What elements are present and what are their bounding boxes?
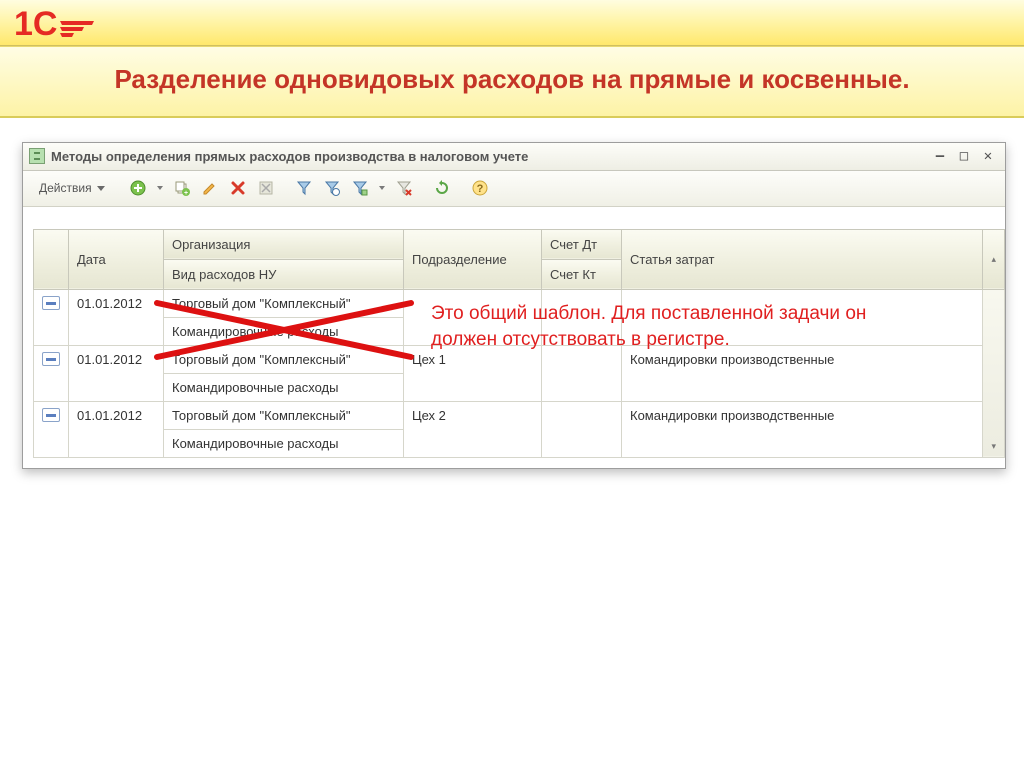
col-cost-item[interactable]: Статья затрат [622,229,983,289]
col-mark[interactable] [34,229,69,289]
copy-icon[interactable]: + [171,178,193,198]
help-icon[interactable]: ? [469,178,491,198]
col-date[interactable]: Дата [69,229,164,289]
table-row[interactable]: 01.01.2012 Торговый дом "Комплексный" ▾ [34,289,1005,317]
col-org[interactable]: Организация [164,229,404,259]
col-subdivision[interactable]: Подразделение [404,229,542,289]
minimize-button[interactable]: – [933,149,947,163]
svg-text:1C: 1C [14,5,57,41]
record-mark-icon [42,352,60,366]
app-top-band: 1C [0,0,1024,46]
refresh-icon[interactable] [431,178,453,198]
add-dropdown[interactable] [155,186,165,190]
filter-dropdown[interactable] [377,186,387,190]
grid-wrap: Дата Организация Подразделение Счет Дт С… [33,229,1005,458]
app-window: Методы определения прямых расходов произ… [22,142,1006,469]
slide-heading: Разделение одновидовых расходов на прямы… [0,46,1024,118]
filter-set-icon[interactable] [349,178,371,198]
col-acct-kt[interactable]: Счет Кт [542,259,622,289]
close-button[interactable]: ✕ [981,149,995,163]
window-icon [29,148,45,164]
actions-dropdown[interactable]: Действия [31,177,111,199]
filter-history-icon[interactable] [321,178,343,198]
records-grid[interactable]: Дата Организация Подразделение Счет Дт С… [33,229,1005,458]
record-mark-icon [42,296,60,310]
table-row[interactable]: 01.01.2012 Торговый дом "Комплексный" Це… [34,401,1005,429]
col-acct-dt[interactable]: Счет Дт [542,229,622,259]
add-icon[interactable] [127,178,149,198]
window-titlebar: Методы определения прямых расходов произ… [23,143,1005,171]
edit-icon[interactable] [199,178,221,198]
slide-title: Разделение одновидовых расходов на прямы… [30,63,994,96]
scroll-up[interactable]: ▴ [983,229,1005,289]
svg-text:?: ? [476,183,483,195]
filter-by-value-icon[interactable] [293,178,315,198]
window-title: Методы определения прямых расходов произ… [51,149,933,164]
scroll-down[interactable]: ▾ [983,289,1005,457]
logo-1c: 1C [14,5,106,41]
toolbar: Действия + [23,171,1005,207]
mark-delete-icon[interactable] [255,178,277,198]
delete-icon[interactable] [227,178,249,198]
maximize-button[interactable]: □ [957,149,971,163]
svg-text:+: + [184,190,188,196]
col-exp-type[interactable]: Вид расходов НУ [164,259,404,289]
record-mark-icon [42,408,60,422]
filter-clear-icon[interactable] [393,178,415,198]
table-row[interactable]: 01.01.2012 Торговый дом "Комплексный" Це… [34,345,1005,373]
